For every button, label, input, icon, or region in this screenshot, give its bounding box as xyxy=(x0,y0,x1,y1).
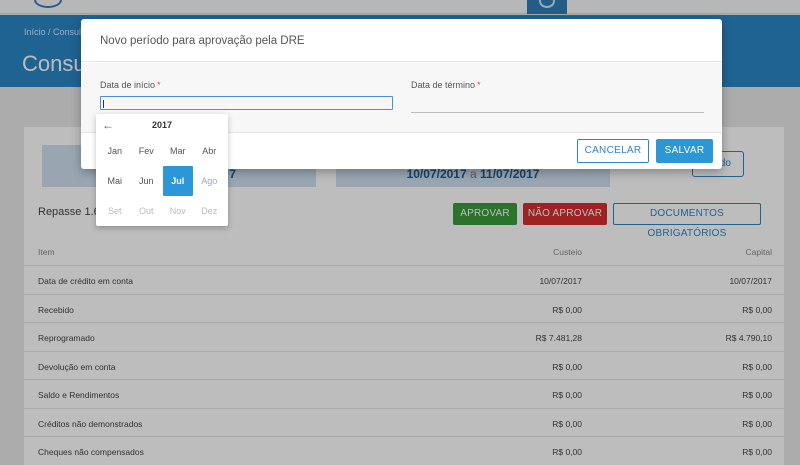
cancel-button[interactable]: CANCELAR xyxy=(577,139,649,163)
save-button[interactable]: SALVAR xyxy=(656,139,713,163)
month-nov: Nov xyxy=(169,206,186,216)
end-date-input[interactable] xyxy=(411,99,704,113)
month-jun[interactable]: Jun xyxy=(131,166,163,196)
end-date-label: Data de término * xyxy=(411,80,481,90)
start-date-label-text: Data de início xyxy=(100,80,156,90)
month-grid: Jan Fev Mar Abr Mai Jun Jul Ago Set Out … xyxy=(99,136,225,226)
month-set: Set xyxy=(107,206,122,216)
required-mark: * xyxy=(477,80,481,90)
required-mark: * xyxy=(157,80,161,90)
month-mar[interactable]: Mar xyxy=(162,136,194,166)
dialog-header: Novo período para aprovação pela DRE xyxy=(81,19,722,62)
month-picker: ← 2017 Jan Fev Mar Abr Mai Jun Jul Ago S… xyxy=(96,114,228,226)
start-date-input[interactable] xyxy=(100,96,393,110)
start-date-label: Data de início * xyxy=(100,80,161,90)
month-fev[interactable]: Fev xyxy=(131,136,163,166)
month-mai[interactable]: Mai xyxy=(99,166,131,196)
month-jul[interactable]: Jul xyxy=(163,166,193,196)
text-caret xyxy=(103,100,104,108)
picker-year[interactable]: 2017 xyxy=(96,120,228,130)
month-out: Out xyxy=(138,206,154,216)
month-ago[interactable]: Ago xyxy=(194,166,226,196)
month-jan[interactable]: Jan xyxy=(99,136,131,166)
dialog-title: Novo período para aprovação pela DRE xyxy=(100,35,305,47)
end-date-label-text: Data de término xyxy=(411,80,476,90)
month-abr[interactable]: Abr xyxy=(194,136,226,166)
month-dez: Dez xyxy=(201,206,218,216)
